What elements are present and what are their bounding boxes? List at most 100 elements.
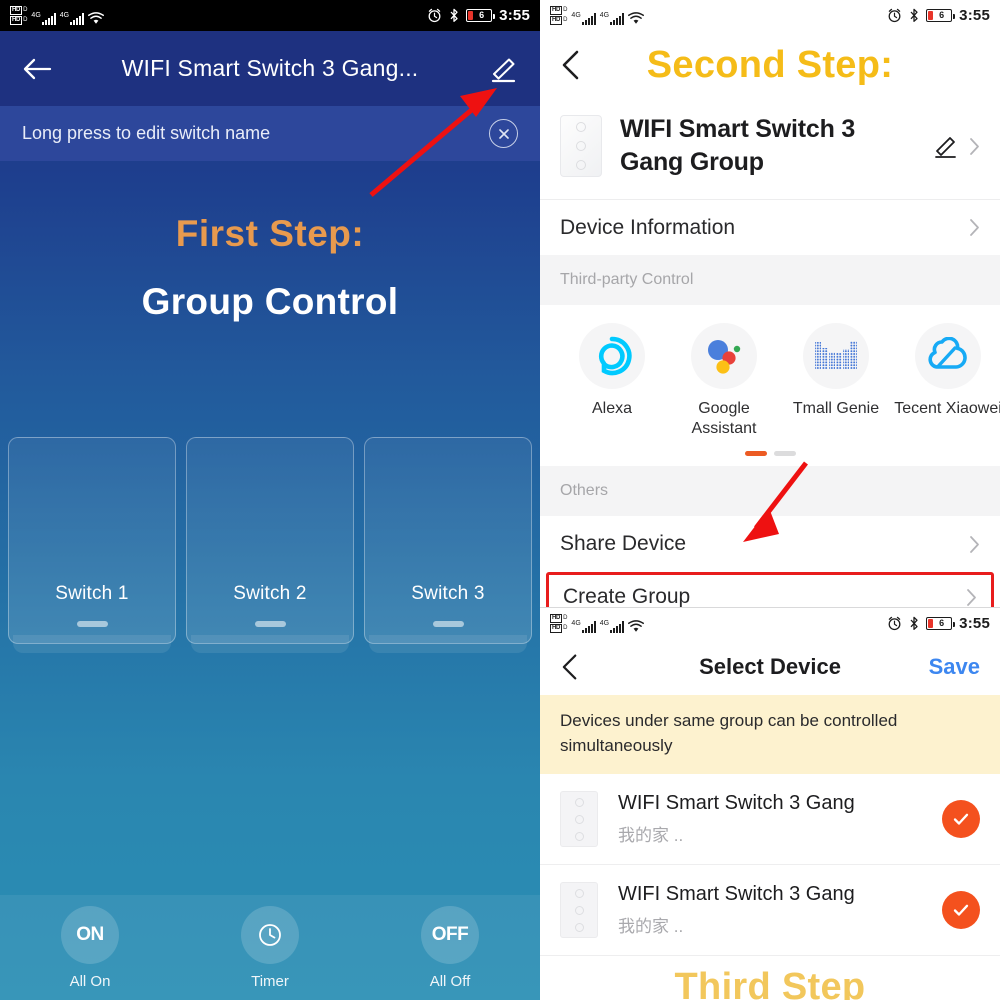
signal-bars-icon-s2 [610, 621, 625, 633]
third-party-section-header: Third-party Control [540, 255, 1000, 305]
switch-panel-dot [576, 141, 586, 151]
tencent-cloud-icon [928, 337, 967, 369]
tmall-genie-icon [803, 323, 869, 389]
share-device-row[interactable]: Share Device [540, 516, 1000, 572]
third-party-label: Google Assistant [691, 400, 757, 437]
hd-sub-label-r2: D [563, 17, 568, 23]
chevron-right-icon[interactable] [969, 137, 980, 156]
pagination-dot-active[interactable] [744, 451, 767, 456]
device-information-row[interactable]: Device Information [540, 199, 1000, 255]
status-bar-right: HD D HD D 4G 4G 6 3:55 [540, 0, 1000, 31]
all-on-button[interactable]: ON All On [0, 905, 180, 990]
signal-icon-sim1: 4G [571, 620, 596, 633]
switch-panel-dot [574, 905, 584, 915]
clock-icon [259, 923, 281, 946]
checkmark-icon [953, 813, 969, 825]
battery-icon: 6 [926, 617, 956, 630]
list-item[interactable]: WIFI Smart Switch 3 Gang 我的家 .. [540, 865, 1000, 956]
right-navbar: Second Step: [540, 31, 1000, 99]
switch-panel-dot [574, 797, 584, 807]
timer-button[interactable]: Timer [180, 905, 360, 990]
switch-panel-icon [560, 791, 598, 847]
off-icon: OFF [421, 905, 479, 964]
all-off-button[interactable]: OFF All Off [360, 905, 540, 990]
check-icon[interactable] [942, 800, 980, 838]
status-bar-left: HD D HD D 4G 4G 6 3:55 [0, 0, 540, 31]
chevron-right-icon [970, 219, 979, 236]
pencil-icon[interactable] [932, 134, 958, 159]
alexa-ring-icon [598, 336, 632, 376]
signal-bars-icon-s1 [581, 621, 596, 633]
create-group-label: Create Group [563, 585, 691, 608]
switch-toggle-indicator[interactable] [76, 621, 108, 627]
signal-icon-sim1: 4G [31, 12, 56, 25]
third-party-item-tmall-genie[interactable]: Tmall Genie [780, 323, 892, 439]
network-type-label-r1: 4G [571, 12, 581, 19]
pagination-dot[interactable] [773, 451, 796, 456]
switch-card[interactable]: Switch 3 [364, 437, 532, 653]
switch-toggle-indicator[interactable] [254, 621, 286, 627]
device-location-label: 我的家 .. [618, 917, 684, 936]
hd-badge-label-s1: HD [550, 614, 563, 623]
third-party-pagination-dots [540, 445, 1000, 466]
third-party-item-tencent-xiaowei[interactable]: Tecent Xiaowei [892, 323, 1000, 439]
switch-card[interactable]: Switch 2 [186, 437, 354, 653]
third-party-item-google-assistant[interactable]: Google Assistant [668, 323, 780, 439]
select-device-banner: Devices under same group can be controll… [540, 695, 1000, 774]
network-type-label-2: 4G [59, 12, 70, 19]
third-party-section-label: Third-party Control [560, 271, 694, 288]
switch-panel-dot [576, 122, 586, 132]
battery-level-label: 6 [939, 10, 945, 20]
left-panel-device-control: HD D HD D 4G 4G 6 3:55 WIFI Smart Switch… [0, 0, 540, 1000]
third-party-label: Tecent Xiaowei [894, 400, 1000, 417]
network-type-label-1: 4G [31, 12, 41, 19]
close-circle-icon[interactable] [489, 119, 518, 148]
switch-card[interactable]: Switch 1 [8, 437, 176, 653]
alarm-icon [888, 616, 901, 631]
status-bar-left-icons: HD D HD D 4G 4G [10, 6, 427, 25]
pencil-icon[interactable] [488, 55, 518, 83]
list-item[interactable]: WIFI Smart Switch 3 Gang 我的家 .. [540, 774, 1000, 865]
third-party-control-grid: Alexa Google Assistant Tmall Genie Tecen… [540, 305, 1000, 445]
others-section-label: Others [560, 482, 609, 499]
checkmark-icon [953, 904, 969, 916]
check-icon[interactable] [942, 891, 980, 929]
chevron-right-icon [970, 535, 979, 553]
hd-voice-icon: HD D HD D [10, 6, 27, 25]
signal-bars-icon-r2 [610, 13, 625, 25]
status-bar-right-right-icons: 6 3:55 [887, 7, 990, 24]
status-bar-sd-left-icons: HD D HD D 4G 4G [550, 614, 887, 633]
third-party-item-alexa[interactable]: Alexa [556, 323, 668, 439]
list-item-text: WIFI Smart Switch 3 Gang 我的家 .. [618, 883, 922, 937]
switch-toggle-indicator[interactable] [432, 621, 464, 627]
alexa-icon [579, 323, 645, 389]
others-section-header: Others [540, 466, 1000, 516]
first-step-subtitle: Group Control [141, 281, 399, 322]
device-location-label: 我的家 .. [618, 826, 684, 845]
signal-bars-icon-r1 [581, 13, 596, 25]
hd-sub-label-s1: D [563, 615, 568, 621]
bluetooth-icon [450, 8, 458, 22]
hd-sub-label-2: D [23, 17, 28, 23]
on-icon: ON [61, 905, 119, 964]
edit-hint-label: Long press to edit switch name [22, 123, 271, 143]
clock-label: 3:55 [959, 7, 990, 24]
device-name-label: WIFI Smart Switch 3 Gang [618, 792, 855, 814]
screenshot-root: HD D HD D 4G 4G 6 3:55 WIFI Smart Switch… [0, 0, 1000, 1000]
switch-panel-dot [574, 814, 584, 824]
back-arrow-icon[interactable] [22, 57, 52, 81]
device-header-row[interactable]: WIFI Smart Switch 3 Gang Group [540, 99, 1000, 199]
select-device-screen: HD D HD D 4G 4G 6 3:55 Select Device Sav… [540, 607, 1000, 1000]
hd-badge-label-s2: HD [550, 624, 563, 633]
battery-icon: 6 [466, 9, 496, 22]
second-step-title: Second Step: [646, 43, 894, 86]
bluetooth-icon [910, 8, 918, 22]
network-type-label-s1: 4G [571, 620, 581, 627]
all-on-label: All On [69, 972, 111, 990]
first-step-title: First Step: [175, 213, 365, 254]
clock-label: 3:55 [499, 7, 530, 24]
alarm-icon [428, 8, 441, 23]
switch-card-label: Switch 1 [55, 583, 129, 604]
save-button[interactable]: Save [929, 654, 980, 680]
bottom-action-bar: ON All On Timer OFF All Off [0, 895, 540, 1000]
